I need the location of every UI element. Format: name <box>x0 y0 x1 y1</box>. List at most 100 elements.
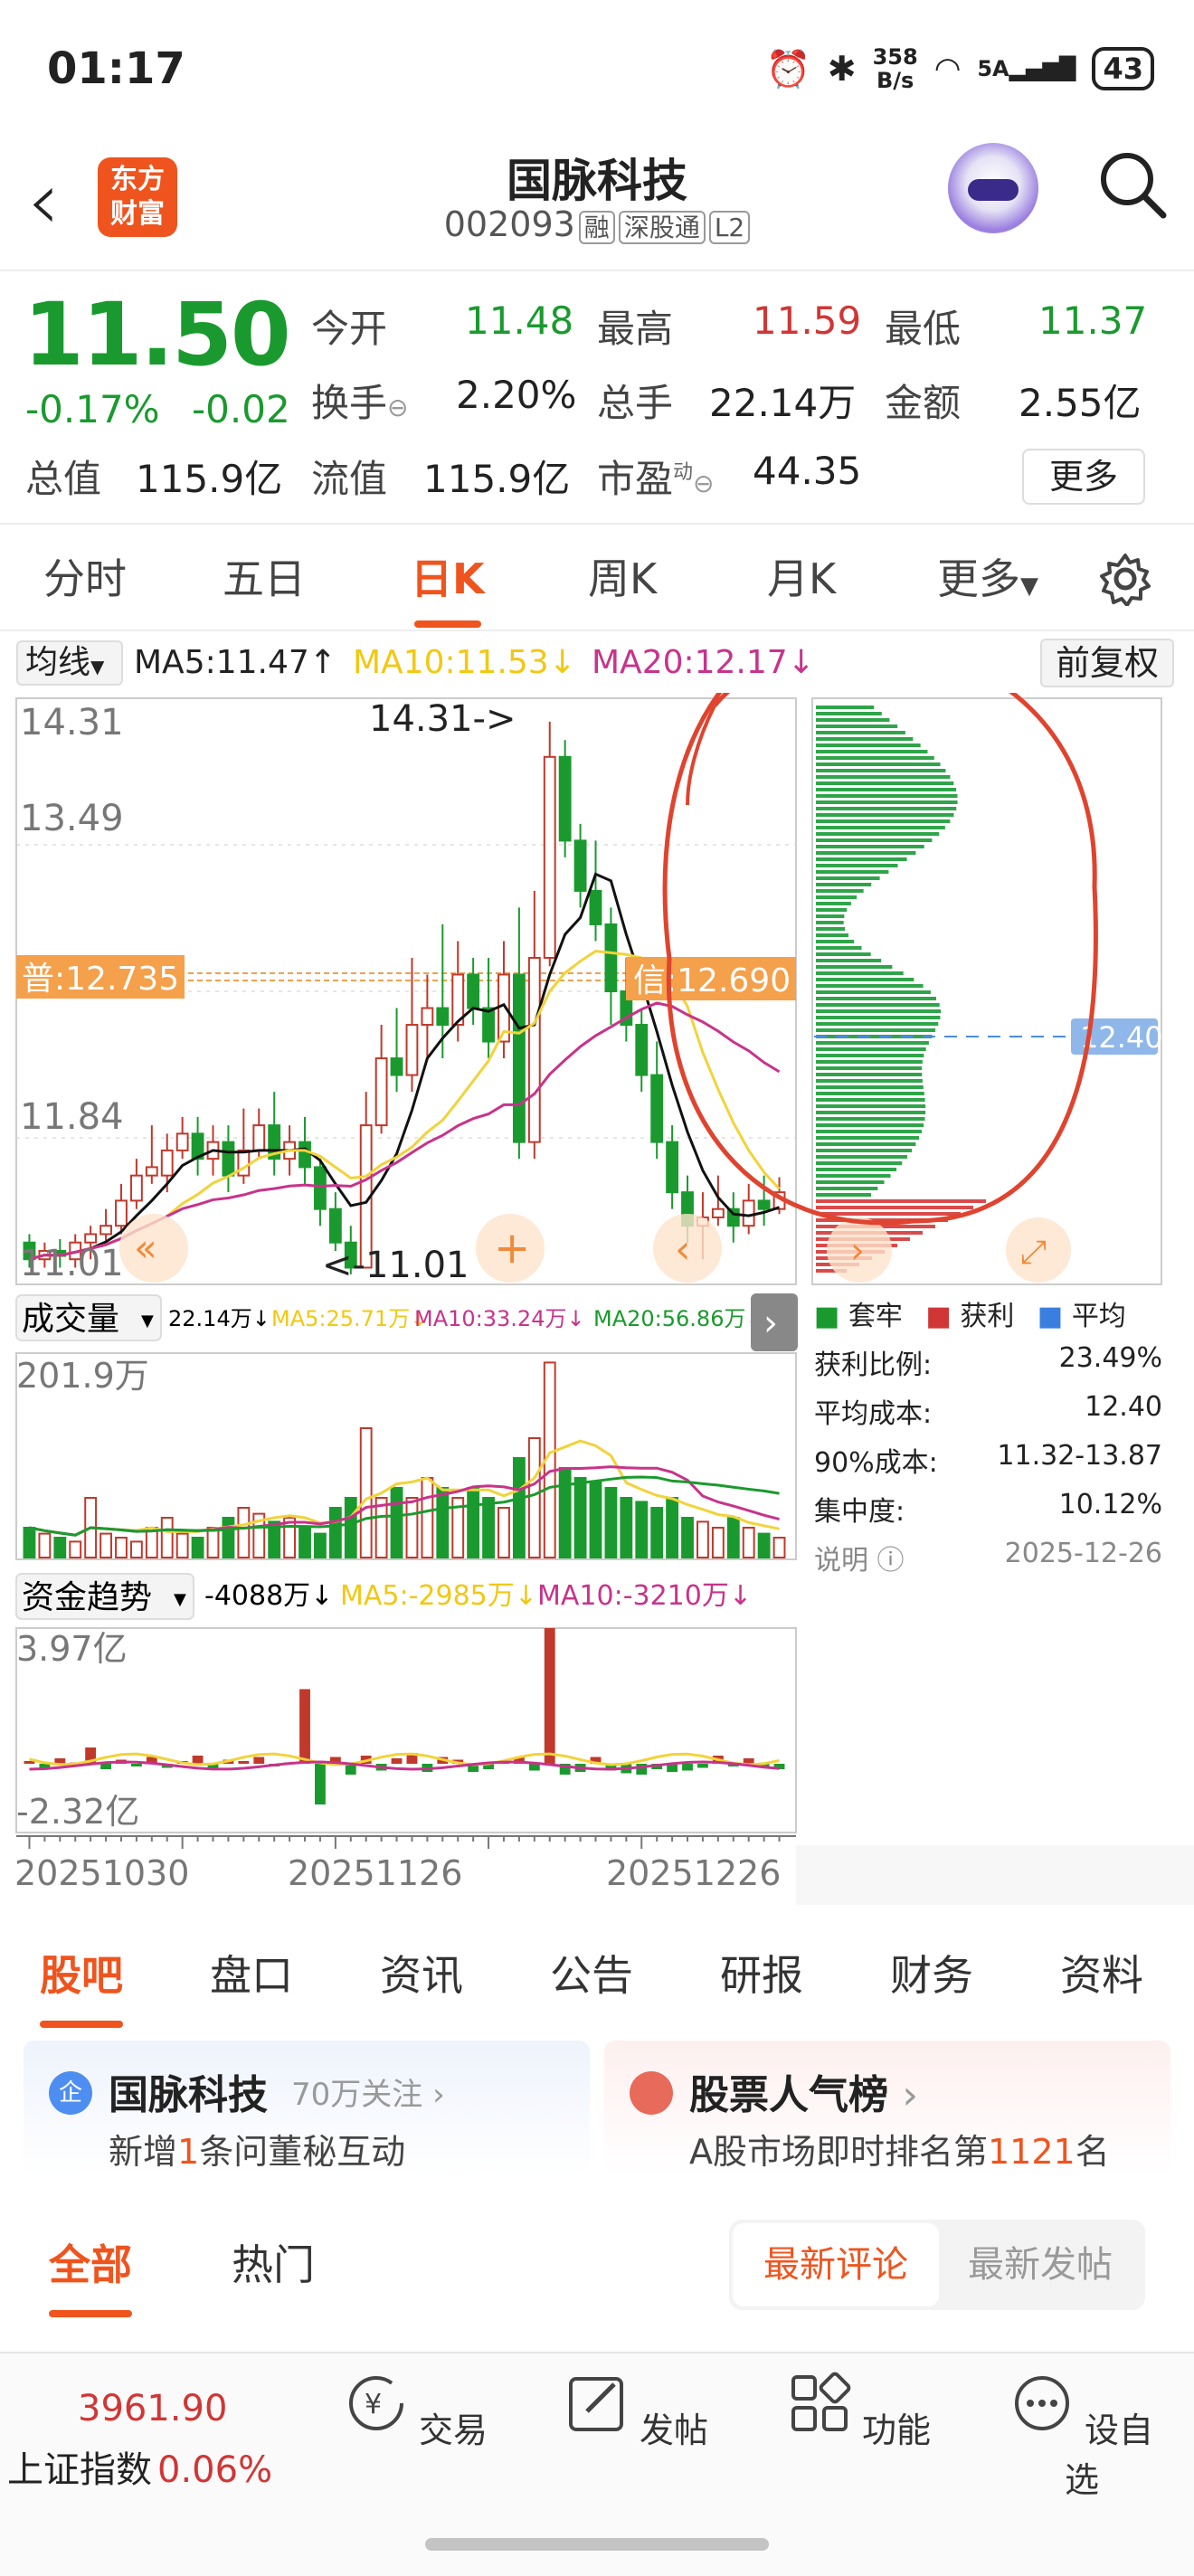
settings-gear-icon[interactable] <box>1098 552 1152 606</box>
volume-bar <box>100 1532 112 1558</box>
fund-bar <box>315 1764 326 1804</box>
date-label-1: 20251030 <box>14 1853 189 1893</box>
ma10-value: MA10:11.53↓ <box>353 644 576 681</box>
turnover-label[interactable]: 换手⊖ <box>311 373 408 428</box>
chip-bar <box>816 965 893 969</box>
back-button[interactable]: ‹ <box>27 161 60 242</box>
chip-bar <box>816 712 882 715</box>
tab-daily-k[interactable]: 日K <box>411 546 485 628</box>
low-label: 最低 <box>885 307 962 351</box>
volume-bar <box>666 1497 679 1558</box>
chip-bar <box>816 1041 929 1045</box>
add-watchlist-button[interactable]: 设自选 <box>1009 2372 1154 2502</box>
caret-down-icon: ▼ <box>1020 573 1038 600</box>
filter-hot[interactable]: 热门 <box>232 2232 315 2292</box>
price-axis-bottom: 11.01 <box>20 1243 124 1284</box>
fund-selector-text: 资金趋势 <box>22 1579 152 1616</box>
date-label-3: 20251226 <box>606 1853 781 1893</box>
volume-bar <box>635 1501 649 1559</box>
assistant-robot-icon[interactable] <box>948 143 1038 233</box>
post-button[interactable]: 发帖 <box>564 2372 709 2452</box>
popularity-card[interactable]: 股票人气榜 › A股市场即时排名第1121名 <box>604 2041 1170 2176</box>
chip-bar <box>816 743 921 747</box>
ma-selector[interactable]: 均线▼ <box>16 640 123 686</box>
candle-body <box>421 1007 434 1027</box>
tab-news[interactable]: 资讯 <box>380 1943 463 2003</box>
amount-label: 金额 <box>885 381 962 425</box>
company-card-sub: 新增1条问董秘互动 <box>109 2132 406 2172</box>
sort-latest-comment[interactable]: 最新评论 <box>733 2223 939 2306</box>
fund-bar <box>528 1764 540 1771</box>
volume-bar <box>405 1497 419 1558</box>
price-axis-top: 14.31 <box>20 702 124 743</box>
candle-body <box>436 1007 450 1027</box>
chip-bar <box>816 990 931 994</box>
candle-body <box>175 1132 189 1151</box>
tab-order-book[interactable]: 盘口 <box>210 1943 293 2003</box>
home-indicator[interactable] <box>425 2538 769 2551</box>
stock-code-line: 002093 融深股通 L2 <box>416 204 778 244</box>
more-dots-icon <box>1014 2376 1069 2430</box>
volume-bar <box>482 1497 495 1558</box>
pe-label[interactable]: 市盈动⊖ <box>597 449 715 504</box>
volume-bar <box>314 1532 327 1558</box>
popularity-card-title: 股票人气榜 › <box>689 2072 918 2118</box>
candle-body <box>757 1199 771 1210</box>
tab-weekly-k[interactable]: 周K <box>588 546 657 606</box>
company-card[interactable]: 企 国脉科技 70万关注 › 新增1条问董秘互动 <box>24 2041 590 2176</box>
chip-bar <box>816 921 844 924</box>
filter-all[interactable]: 全部 <box>49 2232 132 2317</box>
adjust-button[interactable]: 前复权 <box>1040 639 1174 687</box>
chevron-right-icon: › <box>763 1302 778 1344</box>
tag-connect: 深股通 <box>618 211 706 244</box>
chip-bar <box>816 940 855 943</box>
tab-more[interactable]: 更多▼ <box>937 546 1038 606</box>
trade-button[interactable]: ¥ 交易 <box>344 2372 488 2452</box>
tab-intraday[interactable]: 分时 <box>43 546 127 606</box>
volume-bar <box>772 1537 786 1558</box>
info-icon: ⊖ <box>387 393 409 422</box>
chip-bar <box>816 864 898 867</box>
functions-button[interactable]: 功能 <box>787 2372 932 2452</box>
more-button[interactable]: 更多 <box>1022 449 1145 505</box>
profit-ratio: 获利比例: 23.49% <box>814 1342 1162 1381</box>
tab-monthly-k[interactable]: 月K <box>767 546 836 606</box>
min-marker: <-11.01 <box>322 1245 469 1286</box>
fund-bar <box>130 1764 142 1766</box>
plus-icon: + <box>494 1223 530 1274</box>
chip-bar <box>816 978 914 981</box>
chip-bar <box>816 883 872 886</box>
open-label: 今开 <box>311 307 388 351</box>
chip-bar <box>816 1079 923 1083</box>
tab-forum[interactable]: 股吧 <box>40 1943 123 2028</box>
chip-bar <box>816 1168 897 1171</box>
stock-name: 国脉科技 <box>507 155 687 207</box>
net-speed: 358 B/s <box>872 44 918 93</box>
volume-bar <box>527 1437 541 1558</box>
search-icon[interactable] <box>1096 148 1169 221</box>
chip-bar <box>816 1212 961 1216</box>
candle-body <box>328 1208 342 1244</box>
index-line[interactable]: 上证指数 0.06% <box>7 2440 272 2493</box>
chip-bar <box>816 731 905 734</box>
tab-finance[interactable]: 财务 <box>890 1943 973 2003</box>
tab-research[interactable]: 研报 <box>720 1943 803 2003</box>
chip-bar <box>816 1180 885 1184</box>
chip-bar <box>816 775 951 779</box>
company-card-title: 国脉科技 <box>109 2072 268 2118</box>
tag-l2: L2 <box>708 211 751 244</box>
sort-latest-post[interactable]: 最新发帖 <box>939 2223 1142 2306</box>
ma20-value: MA20:12.17↓ <box>592 644 815 681</box>
tab-five-day[interactable]: 五日 <box>223 546 306 606</box>
chip-bar <box>816 1054 924 1057</box>
tab-announcements[interactable]: 公告 <box>550 1943 633 2003</box>
chip-bar <box>816 908 848 912</box>
tab-profile[interactable]: 资料 <box>1060 1943 1143 2003</box>
candle-body <box>589 889 602 925</box>
candle-body <box>374 1057 388 1127</box>
chip-note[interactable]: 说明 ⓘ 2025-12-26 <box>814 1538 1162 1577</box>
fund-axis-max: 3.97亿 <box>16 1629 128 1669</box>
index-value[interactable]: 3961.90 <box>78 2388 227 2429</box>
chevron-left-icon: ‹ <box>675 1226 691 1273</box>
candle-body <box>573 839 587 892</box>
